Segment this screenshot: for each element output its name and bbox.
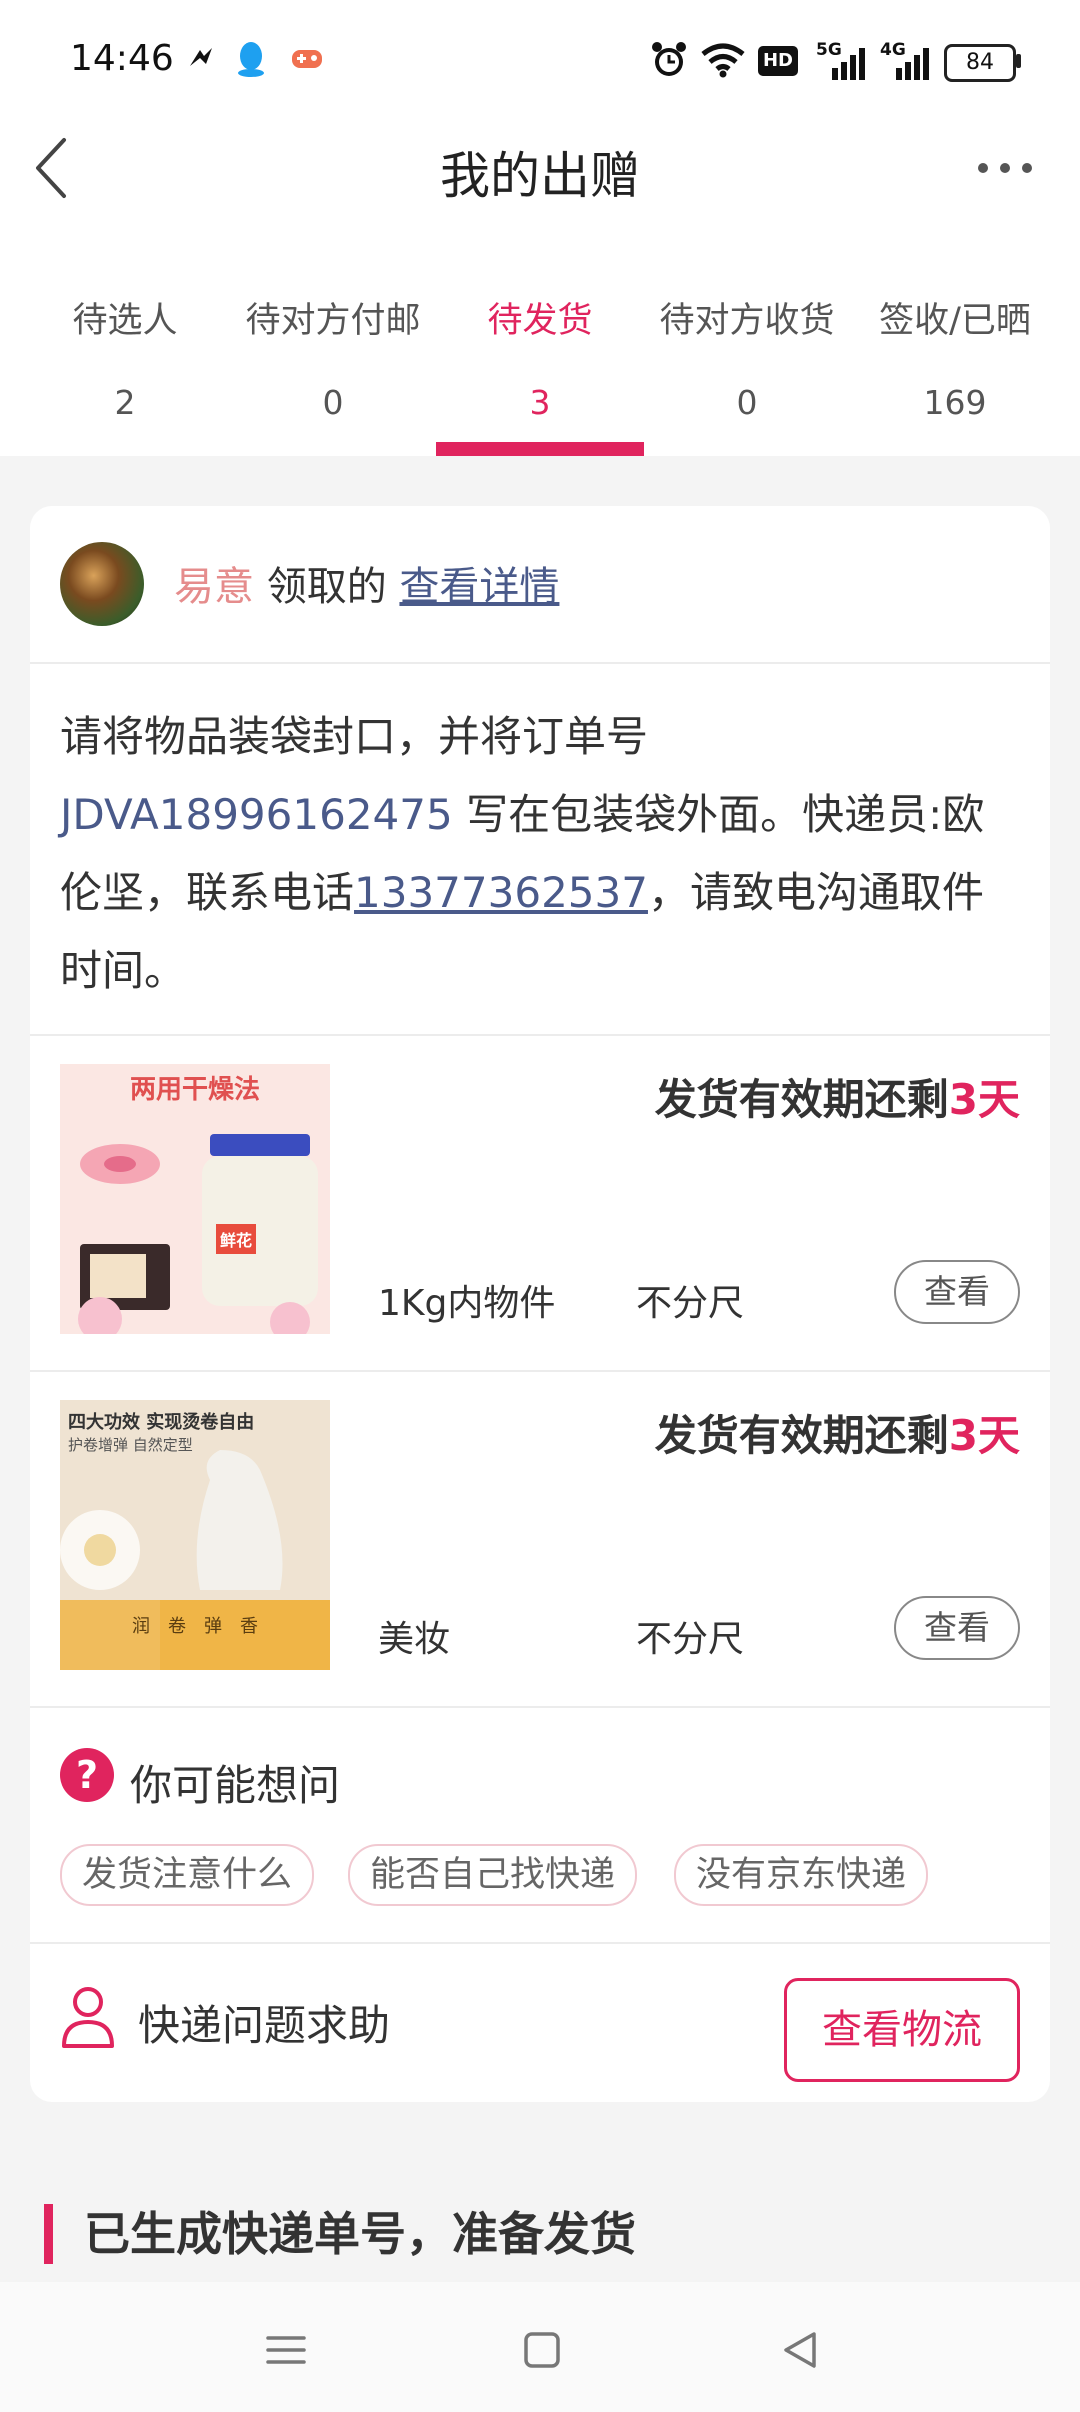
claim-text: 领取的 [254, 564, 400, 610]
thumbnail-caption: 四大功效 实现烫卷自由 [68, 1411, 254, 1433]
tab-count: 0 [322, 383, 344, 422]
signal-5g-icon: 5G [816, 40, 866, 80]
tab-label: 签收/已晒 [879, 301, 1031, 341]
thumbnail-tags: 润 卷 弹 香 [132, 1616, 258, 1637]
section-title: 已生成快递单号，准备发货 [84, 2207, 636, 2261]
thumbnail-caption: 两用干燥法 [130, 1075, 260, 1105]
order-number: JDVA18996162475 [60, 790, 453, 839]
ship-deadline: 发货有效期还剩3天 [655, 1066, 1020, 1127]
gift-item: 两用干燥法 鲜花 发货有效期还剩3天 1Kg内物件 不分尺 查看 [30, 1036, 1050, 1370]
deadline-label: 发货有效期还剩 [654, 1411, 949, 1460]
status-bar: 14:46 HD 5G 4G 84 [0, 0, 1080, 120]
tab-pending-shipment[interactable]: 待发货 3 [435, 292, 645, 422]
deadline-label: 发货有效期还剩 [654, 1075, 949, 1124]
claimer-name[interactable]: 易意 [174, 564, 254, 610]
avatar[interactable] [60, 542, 144, 626]
item-thumbnail[interactable]: 两用干燥法 鲜花 [60, 1064, 330, 1334]
tab-pending-selection[interactable]: 待选人 2 [20, 292, 230, 422]
tab-count: 169 [923, 383, 987, 422]
item-category: 1Kg内物件 [378, 1283, 556, 1324]
divider [30, 662, 1050, 664]
app-notification-icon [190, 48, 212, 66]
shipping-instructions: 请将物品装袋封口，并将订单号 JDVA18996162475 写在包装袋外面。快… [60, 698, 1020, 1010]
item-size: 不分尺 [636, 1619, 745, 1660]
tab-pending-postage[interactable]: 待对方付邮 0 [228, 292, 438, 422]
item-category: 美妆 [378, 1619, 451, 1660]
tab-label: 待发货 [487, 301, 593, 341]
divider [30, 1706, 1050, 1708]
gift-item: 四大功效 实现烫卷自由 护卷增弹 自然定型 润 卷 弹 香 发货有效期还剩3天 … [30, 1372, 1050, 1706]
gift-order-card: 易意 领取的 查看详情 请将物品装袋封口，并将订单号 JDVA189961624… [30, 506, 1050, 2102]
person-icon [62, 1987, 114, 2048]
faq-title: 你可能想问 [130, 1761, 341, 1810]
qq-icon [238, 42, 264, 77]
item-size: 不分尺 [636, 1283, 745, 1324]
back-nav-icon[interactable] [770, 2320, 830, 2380]
faq-chip[interactable]: 能否自己找快递 [348, 1844, 638, 1906]
battery-tip [1016, 54, 1021, 68]
deadline-days: 3天 [948, 1075, 1020, 1124]
tab-count: 0 [736, 383, 758, 422]
courier-help-row: 快递问题求助 查看物流 [30, 1944, 1050, 2102]
tab-label: 待对方付邮 [245, 301, 421, 341]
deadline-days: 3天 [948, 1411, 1020, 1460]
battery-indicator: 84 [944, 44, 1016, 82]
wifi-icon [701, 43, 745, 78]
active-tab-indicator [436, 442, 644, 456]
view-item-button[interactable]: 查看 [894, 1596, 1020, 1660]
item-thumbnail[interactable]: 四大功效 实现烫卷自由 护卷增弹 自然定型 润 卷 弹 香 [60, 1400, 330, 1670]
claim-line: 易意 领取的 查看详情 [174, 554, 559, 612]
alarm-icon [652, 42, 686, 76]
tab-count: 3 [529, 383, 551, 422]
status-time: 14:46 [70, 38, 174, 79]
tab-received-shared[interactable]: 签收/已晒 169 [850, 292, 1060, 422]
courier-phone-link[interactable]: 13377362537 [354, 868, 648, 917]
thumbnail-brand: 鲜花 [220, 1231, 252, 1250]
more-options-button[interactable] [970, 148, 1040, 188]
section-accent-bar [44, 2204, 53, 2264]
question-icon: ? [60, 1748, 114, 1802]
system-nav-bar [0, 2282, 1080, 2412]
page-title: 我的出赠 [440, 147, 640, 205]
view-logistics-button[interactable]: 查看物流 [784, 1978, 1020, 2082]
courier-help-link[interactable]: 快递问题求助 [138, 1992, 390, 2053]
tab-label: 待对方收货 [659, 301, 835, 341]
thumbnail-subcaption: 护卷增弹 自然定型 [68, 1436, 193, 1454]
faq-chip[interactable]: 发货注意什么 [60, 1844, 315, 1906]
menu-icon[interactable] [256, 2320, 316, 2380]
tab-count: 2 [114, 383, 136, 422]
tab-pending-receipt[interactable]: 待对方收货 0 [642, 292, 852, 422]
game-icon [292, 50, 322, 68]
home-icon[interactable] [512, 2320, 572, 2380]
tab-label: 待选人 [72, 301, 178, 341]
instructions-text: 请将物品装袋封口，并将订单号 [60, 712, 649, 761]
view-item-button[interactable]: 查看 [894, 1260, 1020, 1324]
signal-4g-icon: 4G [880, 40, 930, 80]
hd-icon: HD [758, 46, 798, 76]
ship-deadline: 发货有效期还剩3天 [655, 1402, 1020, 1463]
view-details-link[interactable]: 查看详情 [399, 564, 559, 610]
faq-chip[interactable]: 没有京东快递 [674, 1844, 929, 1906]
